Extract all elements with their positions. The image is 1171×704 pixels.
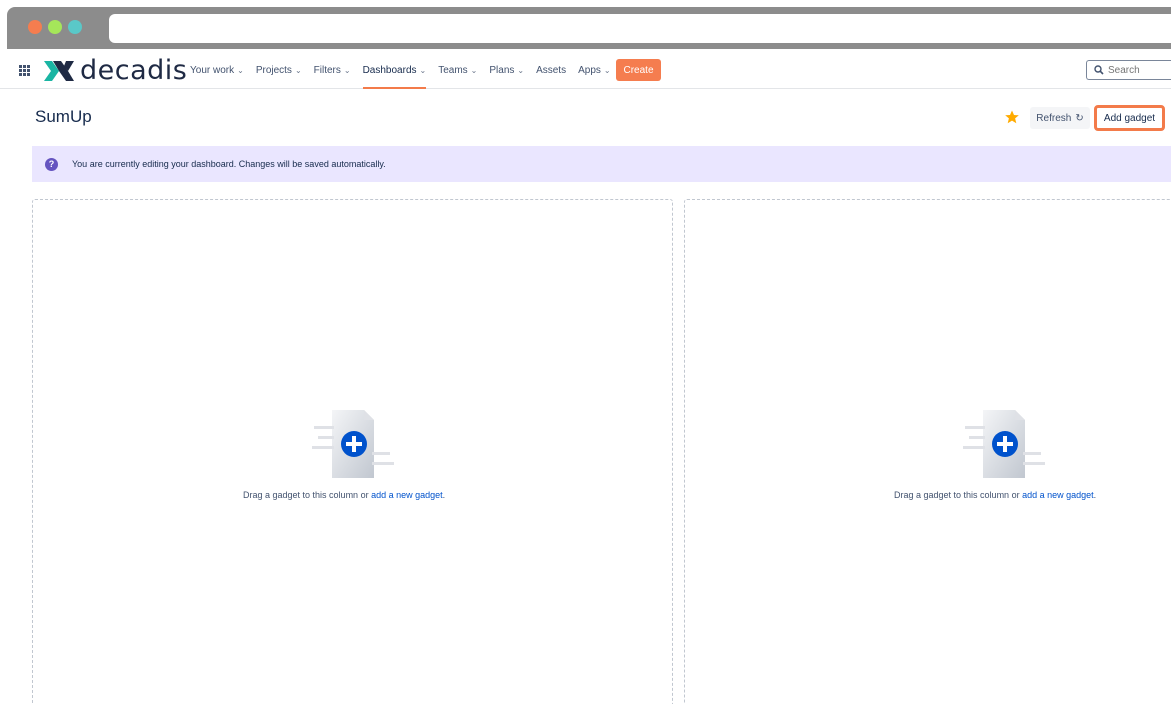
nav-item-assets[interactable]: Assets	[536, 52, 566, 89]
nav-item-label: Assets	[536, 65, 567, 76]
refresh-icon: ↻	[1075, 112, 1084, 124]
chevron-down-icon: ⌄	[294, 66, 302, 75]
add-new-gadget-link[interactable]: add a new gadget	[371, 490, 443, 500]
add-gadget-illustration-icon	[963, 410, 1045, 478]
page-title: SumUp	[35, 107, 92, 126]
add-gadget-button[interactable]: Add gadget	[1094, 105, 1165, 131]
chevron-down-icon: ⌄	[419, 66, 427, 75]
drop-hint-text: Drag a gadget to this column or	[894, 490, 1023, 500]
drop-hint: Drag a gadget to this column or add a ne…	[894, 490, 1096, 500]
nav-item-label: Projects	[255, 65, 292, 76]
nav-item-label: Filters	[313, 65, 341, 76]
chevron-down-icon: ⌄	[470, 66, 478, 75]
chevron-down-icon: ⌄	[237, 66, 244, 75]
nav-item-teams[interactable]: Teams ⌄	[438, 52, 477, 89]
edit-mode-banner: ? You are currently editing your dashboa…	[32, 146, 1171, 182]
nav-menu: Your work ⌄ Projects ⌄ Filters ⌄ Dashboards…	[190, 52, 623, 89]
app-switcher-icon[interactable]	[19, 65, 30, 76]
chevron-down-icon: ⌄	[343, 66, 351, 75]
nav-item-apps[interactable]: Apps ⌄	[578, 52, 611, 89]
nav-item-your-work[interactable]: Your work ⌄	[190, 52, 244, 89]
browser-chrome	[0, 0, 1171, 52]
banner-text: You are currently editing your dashboard…	[72, 159, 386, 169]
decadis-logo-icon	[44, 61, 74, 81]
logo-text: decadis	[80, 55, 188, 86]
nav-item-filters[interactable]: Filters ⌄	[314, 52, 351, 89]
search-box[interactable]	[1086, 60, 1171, 80]
nav-item-dashboards[interactable]: Dashboards ⌄	[362, 52, 427, 89]
chevron-down-icon: ⌄	[603, 66, 611, 75]
chevron-down-icon: ⌄	[517, 66, 525, 75]
dashboard-column-left[interactable]: Drag a gadget to this column or add a ne…	[32, 199, 673, 704]
drop-hint: Drag a gadget to this column or add a ne…	[243, 490, 445, 500]
nav-item-plans[interactable]: Plans ⌄	[489, 52, 524, 89]
nav-item-label: Teams	[438, 65, 468, 76]
maximize-window-icon[interactable]	[68, 20, 82, 34]
drop-hint-text: Drag a gadget to this column or	[243, 490, 372, 500]
nav-item-projects[interactable]: Projects ⌄	[256, 52, 302, 89]
add-gadget-illustration-icon	[312, 410, 394, 478]
search-input[interactable]	[1108, 64, 1168, 76]
nav-item-label: Your work	[190, 65, 235, 76]
add-new-gadget-link[interactable]: add a new gadget	[1022, 490, 1094, 500]
drop-hint-suffix: .	[442, 490, 446, 500]
logo[interactable]: decadis	[44, 55, 188, 86]
top-navigation: decadis Your work ⌄ Projects ⌄ Filters ⌄ Da…	[0, 52, 1171, 89]
nav-item-label: Apps	[578, 65, 601, 76]
minimize-window-icon[interactable]	[48, 20, 62, 34]
refresh-button[interactable]: Refresh ↻	[1030, 107, 1090, 129]
address-bar[interactable]	[109, 14, 1171, 43]
nav-item-label: Dashboards	[362, 65, 417, 76]
question-icon: ?	[45, 157, 58, 171]
star-icon[interactable]	[1004, 109, 1020, 125]
refresh-button-label: Refresh	[1036, 112, 1072, 124]
close-window-icon[interactable]	[28, 20, 42, 34]
drop-hint-suffix: .	[1093, 490, 1097, 500]
nav-item-label: Plans	[489, 65, 515, 76]
search-icon	[1094, 65, 1104, 75]
create-button[interactable]: Create	[616, 59, 661, 81]
dashboard-column-right[interactable]: Drag a gadget to this column or add a ne…	[684, 199, 1171, 704]
